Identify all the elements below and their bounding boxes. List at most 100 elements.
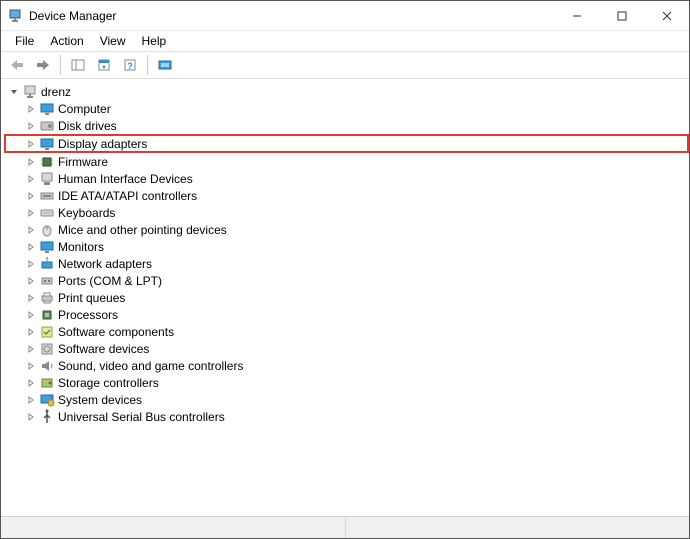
tree-category[interactable]: Ports (COM & LPT) (24, 272, 689, 289)
minimize-button[interactable] (554, 1, 599, 31)
expand-icon[interactable] (24, 172, 38, 186)
software-icon (39, 324, 55, 340)
hid-icon (39, 171, 55, 187)
usb-icon (39, 409, 55, 425)
tree-category-label: Mice and other pointing devices (58, 223, 227, 237)
expand-icon[interactable] (24, 223, 38, 237)
expand-icon[interactable] (24, 189, 38, 203)
cpu-icon (39, 307, 55, 323)
tree-category[interactable]: Computer (24, 100, 689, 117)
expand-icon[interactable] (24, 155, 38, 169)
expand-icon[interactable] (24, 308, 38, 322)
menu-action[interactable]: Action (42, 32, 91, 50)
tree-category[interactable]: Mice and other pointing devices (24, 221, 689, 238)
tree-category[interactable]: Display adapters (4, 134, 689, 153)
menu-view[interactable]: View (92, 32, 134, 50)
storage-icon (39, 375, 55, 391)
expand-icon[interactable] (24, 137, 38, 151)
tree-category-label: Monitors (58, 240, 104, 254)
expand-icon[interactable] (24, 102, 38, 116)
show-hide-tree-button[interactable] (66, 53, 90, 77)
window-title: Device Manager (29, 9, 554, 23)
status-cell (1, 517, 346, 538)
tree-category-label: Print queues (58, 291, 125, 305)
tree-category-label: Human Interface Devices (58, 172, 193, 186)
expand-icon[interactable] (24, 359, 38, 373)
keyboard-icon (39, 205, 55, 221)
tree-category[interactable]: Firmware (24, 153, 689, 170)
expand-icon[interactable] (24, 119, 38, 133)
tree-category[interactable]: IDE ATA/ATAPI controllers (24, 187, 689, 204)
computer-root-icon (22, 84, 38, 100)
maximize-button[interactable] (599, 1, 644, 31)
forward-button[interactable] (31, 53, 55, 77)
disk-icon (39, 118, 55, 134)
monitor-icon (39, 101, 55, 117)
tree-category-label: Software devices (58, 342, 149, 356)
tree-category[interactable]: Human Interface Devices (24, 170, 689, 187)
tree-category[interactable]: System devices (24, 391, 689, 408)
close-button[interactable] (644, 1, 689, 31)
titlebar: Device Manager (1, 1, 689, 31)
expand-icon[interactable] (24, 410, 38, 424)
network-icon (39, 256, 55, 272)
tree-category[interactable]: Disk drives (24, 117, 689, 134)
scan-button[interactable] (153, 53, 177, 77)
tree-category[interactable]: Keyboards (24, 204, 689, 221)
expand-icon[interactable] (24, 206, 38, 220)
tree-category[interactable]: Monitors (24, 238, 689, 255)
tree-category-label: System devices (58, 393, 142, 407)
svg-text:?: ? (127, 61, 133, 71)
back-button[interactable] (5, 53, 29, 77)
expand-icon[interactable] (24, 257, 38, 271)
tree-category-label: Disk drives (58, 119, 117, 133)
toolbar-separator (147, 55, 148, 75)
properties-button[interactable] (92, 53, 116, 77)
tree-root-label: drenz (41, 85, 71, 99)
sound-icon (39, 358, 55, 374)
expand-icon[interactable] (24, 240, 38, 254)
tree-category-label: Firmware (58, 155, 108, 169)
tree-category[interactable]: Software devices (24, 340, 689, 357)
toolbar-separator (60, 55, 61, 75)
expand-icon[interactable] (24, 291, 38, 305)
expand-icon[interactable] (24, 376, 38, 390)
tree-category[interactable]: Processors (24, 306, 689, 323)
tree-category-label: IDE ATA/ATAPI controllers (58, 189, 197, 203)
tree-category[interactable]: Print queues (24, 289, 689, 306)
menu-file[interactable]: File (7, 32, 42, 50)
monitor-icon (39, 239, 55, 255)
expand-icon[interactable] (24, 274, 38, 288)
tree-category-label: Ports (COM & LPT) (58, 274, 162, 288)
tree-category-label: Network adapters (58, 257, 152, 271)
tree-category[interactable]: Storage controllers (24, 374, 689, 391)
printer-icon (39, 290, 55, 306)
port-icon (39, 273, 55, 289)
expand-collapse-icon[interactable] (7, 85, 21, 99)
tree-category-label: Software components (58, 325, 174, 339)
tree-category[interactable]: Network adapters (24, 255, 689, 272)
menubar: File Action View Help (1, 31, 689, 51)
mouse-icon (39, 222, 55, 238)
expand-icon[interactable] (24, 393, 38, 407)
ide-icon (39, 188, 55, 204)
help-button[interactable]: ? (118, 53, 142, 77)
expand-icon[interactable] (24, 342, 38, 356)
tree-category-label: Storage controllers (58, 376, 159, 390)
device-tree[interactable]: drenz Computer Disk drives Display adapter… (1, 79, 689, 516)
status-cell (346, 517, 690, 538)
tree-category[interactable]: Universal Serial Bus controllers (24, 408, 689, 425)
tree-category-label: Sound, video and game controllers (58, 359, 243, 373)
window-controls (554, 1, 689, 31)
tree-root[interactable]: drenz (7, 83, 689, 100)
softdev-icon (39, 341, 55, 357)
expand-icon[interactable] (24, 325, 38, 339)
menu-help[interactable]: Help (134, 32, 175, 50)
tree-category-label: Universal Serial Bus controllers (58, 410, 225, 424)
tree-category[interactable]: Sound, video and game controllers (24, 357, 689, 374)
toolbar: ? (1, 51, 689, 79)
tree-category-label: Computer (58, 102, 111, 116)
tree-category[interactable]: Software components (24, 323, 689, 340)
statusbar (1, 516, 689, 538)
tree-category-label: Display adapters (58, 137, 147, 151)
